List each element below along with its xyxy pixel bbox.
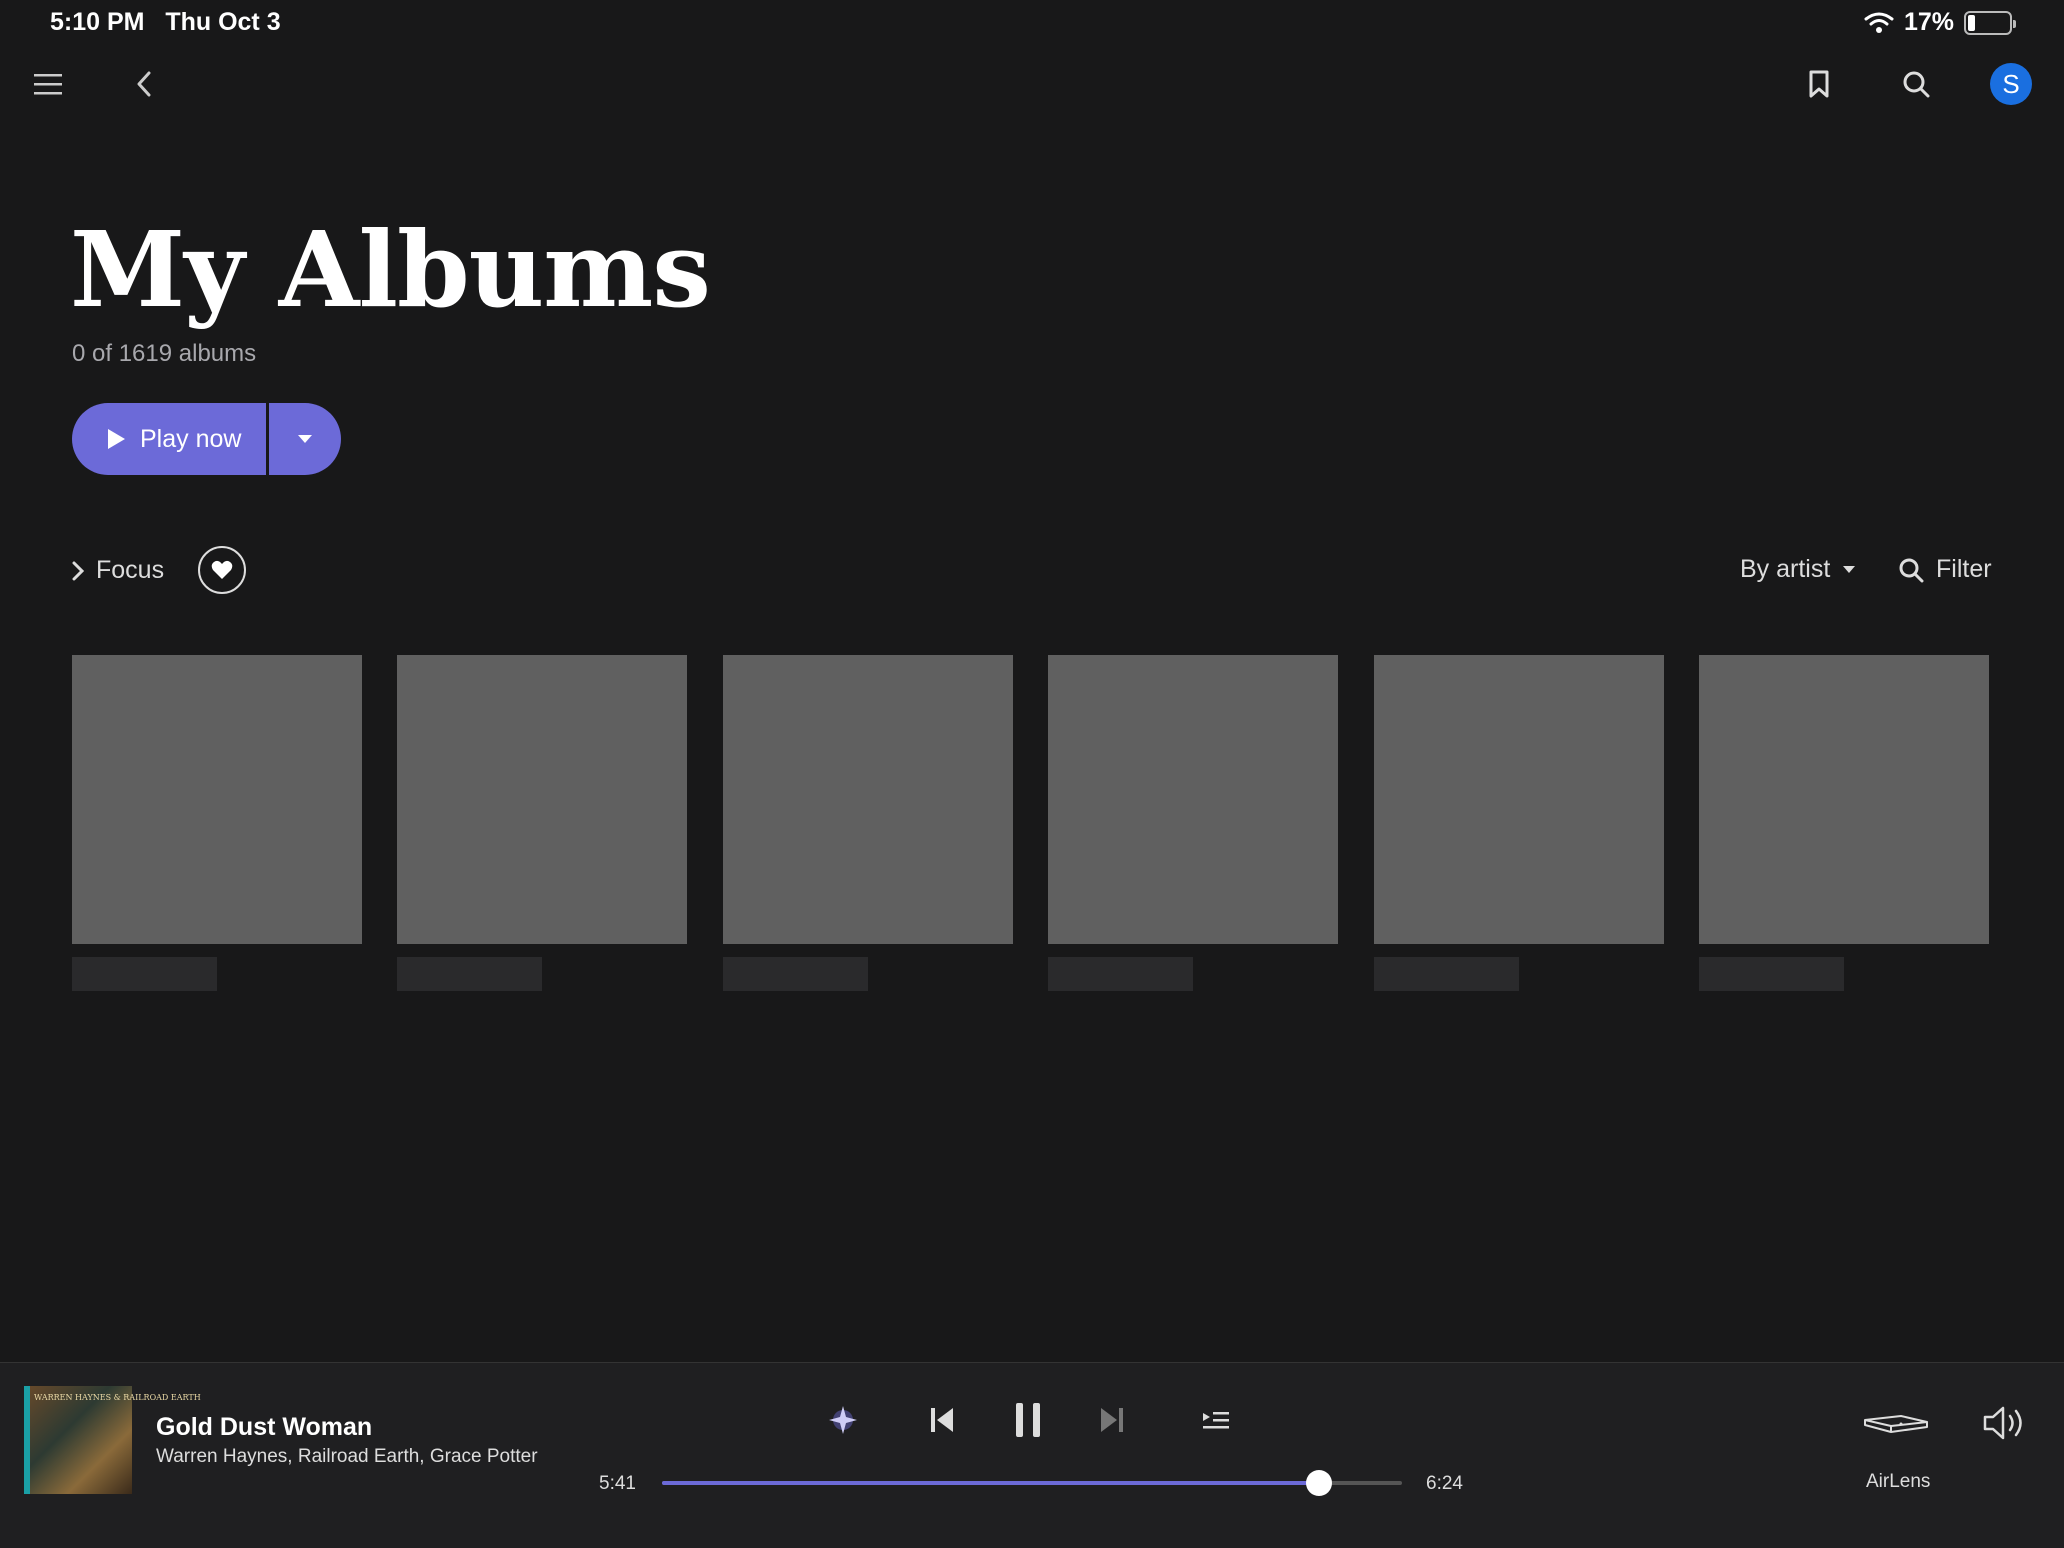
volume-icon [1983,1406,2022,1440]
album-art-placeholder [72,655,362,944]
album-art-placeholder [1374,655,1664,944]
album-count: 0 of 1619 albums [72,340,257,367]
radio-button[interactable] [822,1399,864,1441]
next-track-button[interactable] [1090,1399,1134,1441]
album-title-placeholder [72,957,217,991]
search-icon [1899,558,1924,582]
album-placeholder[interactable] [72,655,362,991]
now-playing-bar: WARREN HAYNES & RAILROAD EARTH Gold Dust… [0,1362,2064,1548]
search-icon [1903,71,1930,98]
album-placeholder[interactable] [723,655,1013,991]
filter-label: Filter [1936,555,1992,583]
progress-fill [662,1481,1320,1485]
chevron-right-icon [72,561,84,580]
sparkle-icon [829,1406,857,1434]
sort-label: By artist [1740,555,1831,583]
album-art-placeholder [1699,655,1989,944]
album-art-placeholder [397,655,687,944]
volume-button[interactable] [1980,1401,2030,1445]
play-now-button[interactable]: Play now [72,403,266,475]
menu-icon [34,74,62,95]
status-time: 5:10 PM Thu Oct 3 [50,8,281,36]
duration-time: 6:24 [1426,1473,1463,1494]
queue-icon [1203,1412,1229,1429]
heart-icon [211,560,233,579]
output-device-label: AirLens [1866,1471,1931,1492]
album-title-placeholder [723,957,868,991]
sort-dropdown[interactable]: By artist [1740,555,1856,584]
track-title[interactable]: Gold Dust Woman [156,1413,372,1442]
album-title-placeholder [1374,957,1519,991]
pause-icon [1016,1403,1040,1437]
back-button[interactable] [120,60,168,108]
streamer-device-icon [1864,1415,1928,1433]
page-title: My Albums [70,208,711,331]
progress-handle[interactable] [1306,1470,1333,1496]
album-title-placeholder [397,957,542,991]
cover-text: WARREN HAYNES & RAILROAD EARTH [34,1393,201,1402]
menu-button[interactable] [24,60,72,108]
album-cover[interactable] [24,1386,132,1494]
album-title-placeholder [1048,957,1193,991]
cover-spine [24,1386,30,1494]
caret-down-icon [298,435,312,443]
battery-icon [1964,10,2016,35]
status-indicators: 17% [1864,8,2016,37]
play-options-dropdown[interactable] [269,403,341,475]
pause-button[interactable] [1005,1397,1051,1443]
wifi-icon [1864,12,1894,33]
skip-back-icon [931,1408,953,1432]
caret-down-icon [1843,566,1856,573]
album-placeholder[interactable] [1048,655,1338,991]
elapsed-time: 5:41 [599,1473,636,1494]
album-placeholder[interactable] [1699,655,1989,991]
bookmark-icon [1809,70,1829,98]
album-placeholder[interactable] [1374,655,1664,991]
focus-toggle[interactable]: Focus [72,556,164,585]
album-art-placeholder [1048,655,1338,944]
focus-label: Focus [96,556,165,584]
play-icon [108,429,125,449]
progress-bar[interactable] [662,1481,1402,1485]
battery-percent: 17% [1903,8,1954,36]
bookmark-button[interactable] [1795,60,1843,108]
output-device-button[interactable] [1860,1407,1932,1443]
album-placeholder[interactable] [397,655,687,991]
queue-button[interactable] [1194,1399,1238,1441]
avatar[interactable]: S [1990,63,2032,105]
album-art-placeholder [723,655,1013,944]
play-now-label: Play now [140,424,242,453]
favorites-button[interactable] [198,546,246,594]
search-button[interactable] [1892,60,1940,108]
previous-track-button[interactable] [920,1399,964,1441]
play-now-group: Play now [72,403,341,475]
track-artists[interactable]: Warren Haynes, Railroad Earth, Grace Pot… [156,1446,538,1468]
skip-forward-icon [1101,1408,1123,1432]
filter-button[interactable]: Filter [1898,555,1992,584]
back-icon [137,71,151,97]
album-title-placeholder [1699,957,1844,991]
